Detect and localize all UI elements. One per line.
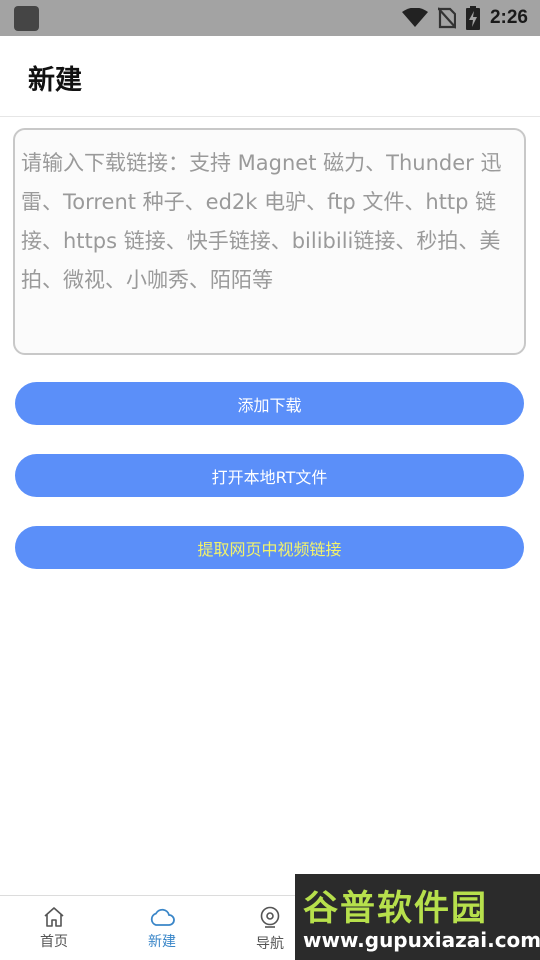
nav-item-new[interactable]: 新建 — [108, 896, 216, 960]
no-sim-icon — [437, 7, 456, 29]
nav-item-home[interactable]: 首页 — [0, 896, 108, 960]
home-icon — [44, 907, 64, 927]
status-icons: 2:26 — [401, 0, 528, 36]
status-bar: 2:26 — [0, 0, 540, 36]
add-download-button[interactable]: 添加下载 — [15, 382, 524, 425]
watermark-logo: 谷普软件园 www.gupuxiazai.com — [295, 874, 540, 960]
app-notification-icon — [14, 6, 39, 31]
download-link-input[interactable] — [13, 128, 526, 355]
watermark-title: 谷普软件园 — [303, 889, 489, 929]
status-time: 2:26 — [489, 7, 528, 28]
compass-icon — [260, 906, 280, 928]
nav-label-guide: 导航 — [256, 936, 284, 952]
nav-label-new: 新建 — [148, 934, 176, 950]
extract-video-links-button[interactable]: 提取网页中视频链接 — [15, 526, 524, 569]
open-local-rt-file-button[interactable]: 打开本地RT文件 — [15, 454, 524, 497]
nav-label-home: 首页 — [40, 934, 68, 950]
cloud-icon — [150, 908, 175, 926]
watermark-url: www.gupuxiazai.com — [303, 928, 540, 952]
page-title: 新建 — [28, 65, 82, 96]
wifi-icon — [401, 8, 428, 27]
app-header: 新建 — [0, 36, 540, 117]
battery-charging-icon — [465, 6, 480, 30]
